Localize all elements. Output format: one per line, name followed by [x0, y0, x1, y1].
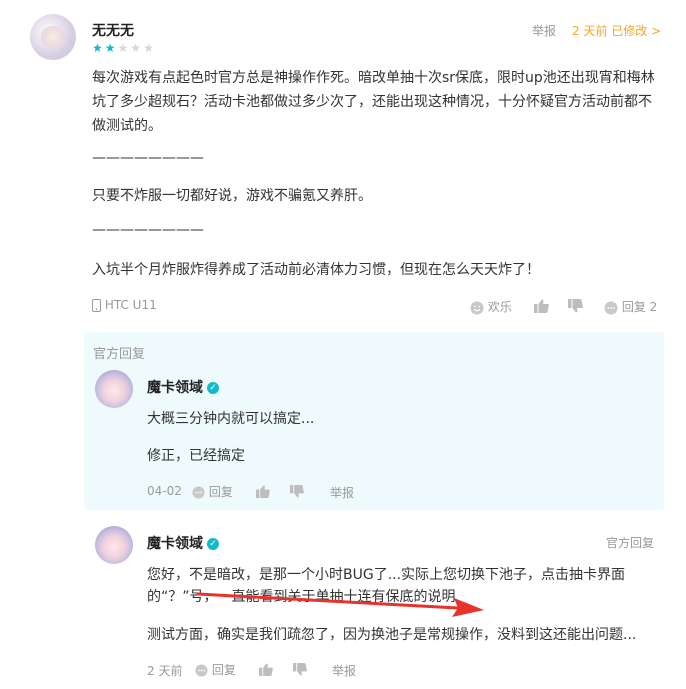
- dev-reply-time: 2 天前: [147, 664, 183, 678]
- review-paragraph: 坑了多少超规石？活动卡池都做过多少次了，还能出现这种情况，十分怀疑官方活动前都不: [92, 94, 652, 110]
- dev-reply-line: 您好，不是暗改，是那一个小时BUG了...实际上您切换下池子，点击抽卡界面: [147, 567, 626, 583]
- thumbs-up-icon[interactable]: [256, 484, 270, 498]
- reply-button[interactable]: 回复 2: [604, 298, 657, 315]
- smile-icon: [470, 300, 488, 314]
- reply-count-label: 回复 2: [621, 300, 658, 314]
- reaction-label: 欢乐: [487, 300, 512, 314]
- thumbs-up-icon[interactable]: [259, 662, 273, 676]
- official-reply-author[interactable]: 魔卡领域 ✓: [147, 377, 219, 397]
- star-empty-icon: ★: [130, 41, 144, 55]
- user-avatar[interactable]: [30, 14, 76, 60]
- official-reply-date: 04-02: [147, 484, 182, 498]
- rating-stars: ★★★★★: [92, 41, 156, 55]
- verified-icon: ✓: [207, 538, 219, 550]
- edited-time-link[interactable]: 2 天前 已修改 >: [572, 22, 661, 39]
- report-button[interactable]: 举报: [330, 484, 354, 501]
- thumbs-up-icon[interactable]: [534, 298, 549, 313]
- dev-reply-author[interactable]: 魔卡领域 ✓: [147, 533, 219, 553]
- star-empty-icon: ★: [143, 41, 156, 55]
- star-empty-icon: ★: [117, 41, 131, 55]
- thumbs-down-icon[interactable]: [568, 298, 583, 313]
- star-filled-icon: ★: [92, 41, 105, 55]
- review-paragraph: 入坑半个月炸服炸得养成了活动前必清体力习惯，但现在怎么天天炸了！: [92, 262, 540, 278]
- review-username[interactable]: 无无无: [92, 20, 134, 40]
- annotation-arrow: [196, 592, 484, 617]
- review-paragraph: 每次游戏有点起色时官方总是神操作作死。暗改单抽十次sr保底，限时up池还出现宵和…: [92, 70, 655, 86]
- reaction-button[interactable]: 欢乐: [470, 298, 512, 315]
- official-reply-header: 官方回复: [93, 347, 146, 362]
- report-button[interactable]: 举报: [332, 662, 356, 679]
- verified-icon: ✓: [207, 382, 219, 394]
- star-filled-icon: ★: [104, 41, 118, 55]
- official-reply-line: 修正，已经搞定: [147, 448, 245, 464]
- phone-icon: [92, 298, 105, 312]
- comment-icon: [604, 300, 622, 314]
- official-reply-reply-button[interactable]: 回复: [192, 483, 233, 500]
- official-tag: 官方回复: [606, 536, 655, 550]
- review-paragraph: 只要不炸服一切都好说，游戏不骗氪又养肝。: [92, 188, 372, 204]
- report-button[interactable]: 举报: [532, 22, 556, 39]
- thumbs-down-icon[interactable]: [293, 662, 307, 676]
- text-divider: ————————: [92, 150, 204, 166]
- dev-reply-reply-button[interactable]: 回复: [195, 661, 236, 678]
- text-divider: ————————: [92, 222, 204, 238]
- thumbs-down-icon[interactable]: [290, 484, 304, 498]
- review-paragraph: 做测试的。: [92, 118, 162, 134]
- official-avatar[interactable]: [95, 370, 133, 408]
- dev-reply-line: 测试方面，确实是我们疏忽了，因为换池子是常规操作，没料到这还能出问题...: [147, 627, 637, 643]
- comment-icon: [195, 663, 212, 677]
- device-name: HTC U11: [104, 298, 157, 312]
- comment-icon: [192, 485, 209, 499]
- official-reply-line: 大概三分钟内就可以搞定...: [147, 411, 315, 427]
- dev-avatar[interactable]: [95, 526, 133, 564]
- device-info: HTC U11: [92, 298, 157, 312]
